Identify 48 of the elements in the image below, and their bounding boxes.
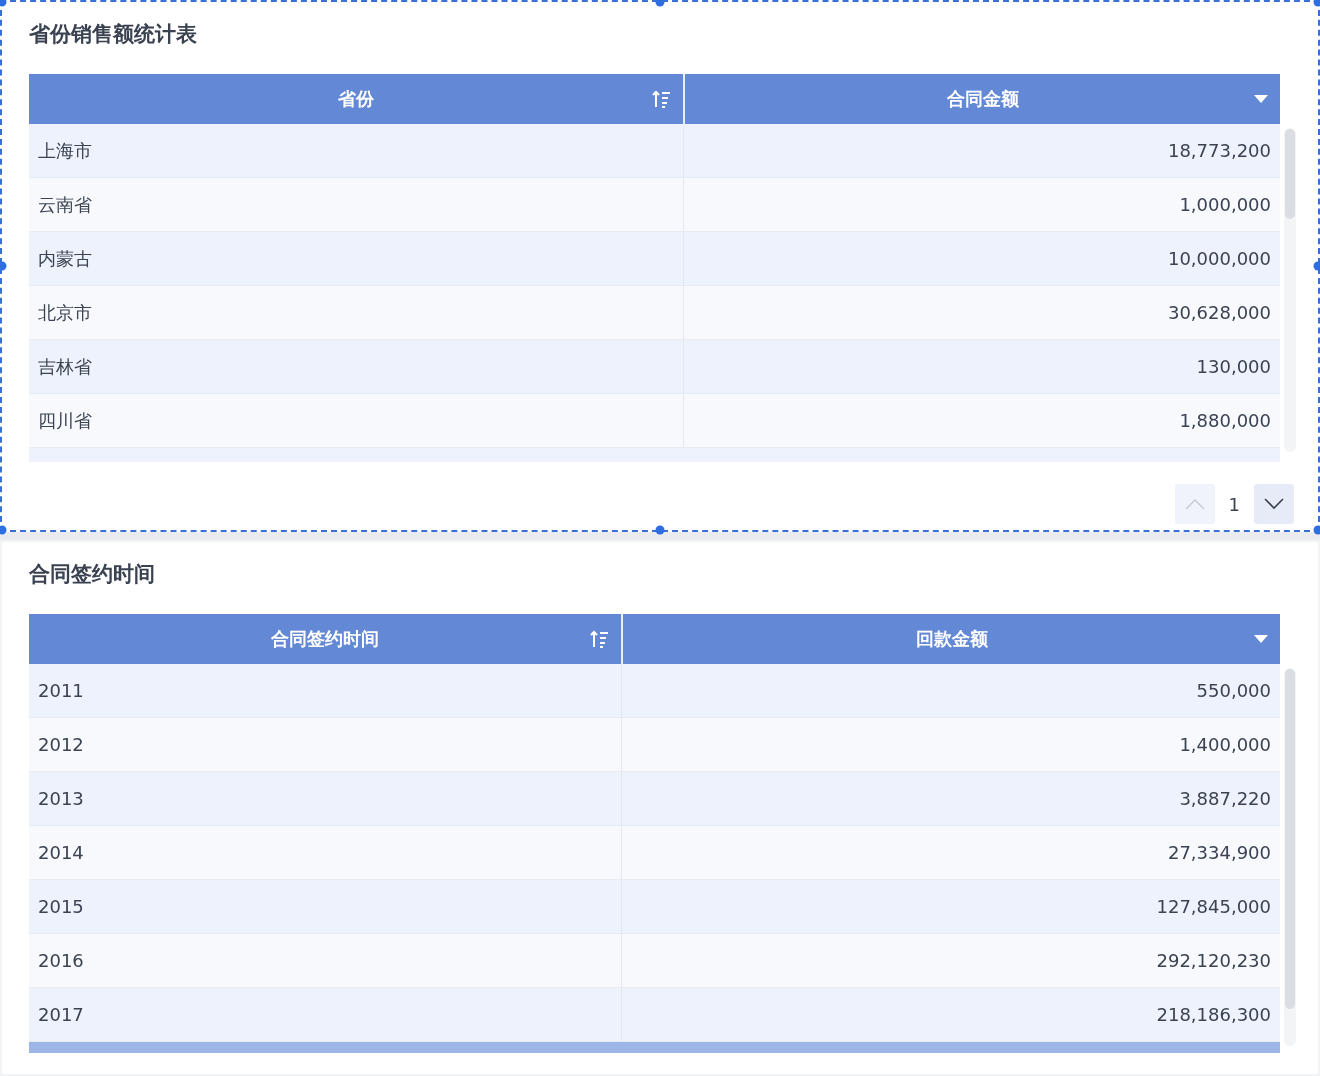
table-cell: 2013 bbox=[29, 772, 621, 826]
table-cell: 2011 bbox=[29, 664, 621, 718]
sort-icon[interactable] bbox=[651, 89, 671, 109]
table-cell: 2016 bbox=[29, 934, 621, 988]
table-cell: 2014 bbox=[29, 826, 621, 880]
table-cell: 127,845,000 bbox=[621, 880, 1280, 934]
table-cell: 27,334,900 bbox=[621, 826, 1280, 880]
dropdown-caret-icon[interactable] bbox=[1254, 94, 1268, 104]
column-header[interactable]: 合同金额 bbox=[683, 74, 1280, 124]
table-cell: 2012 bbox=[29, 718, 621, 772]
table-cell: 130,000 bbox=[683, 340, 1280, 394]
sort-icon[interactable] bbox=[589, 629, 609, 649]
resize-handle[interactable] bbox=[0, 525, 7, 535]
resize-handle[interactable] bbox=[655, 0, 665, 7]
table-cell: 218,186,300 bbox=[621, 988, 1280, 1042]
table-cell: 292,120,230 bbox=[621, 934, 1280, 988]
page-number: 1 bbox=[1228, 493, 1240, 515]
table-cell: 1,400,000 bbox=[621, 718, 1280, 772]
table-cell: 吉林省 bbox=[29, 340, 683, 394]
scrollbar[interactable] bbox=[1284, 668, 1296, 1046]
table-cell: 550,000 bbox=[621, 664, 1280, 718]
table-cell: 18,773,200 bbox=[683, 124, 1280, 178]
column-header[interactable]: 合同签约时间 bbox=[29, 614, 621, 664]
resize-handle[interactable] bbox=[655, 525, 665, 535]
table-cell: 上海市 bbox=[29, 124, 683, 178]
widget-title: 省份销售额统计表 bbox=[29, 21, 198, 48]
resize-handle[interactable] bbox=[1313, 261, 1320, 271]
table-cell: 1,880,000 bbox=[683, 394, 1280, 448]
table-cell: 2017 bbox=[29, 988, 621, 1042]
table-cell: 1,000,000 bbox=[683, 178, 1280, 232]
table-cell: 北京市 bbox=[29, 286, 683, 340]
table-cell: 10,000,000 bbox=[683, 232, 1280, 286]
dropdown-caret-icon[interactable] bbox=[1254, 634, 1268, 644]
table-cell: 四川省 bbox=[29, 394, 683, 448]
scrollbar[interactable] bbox=[1284, 128, 1296, 452]
table-cell: 云南省 bbox=[29, 178, 683, 232]
next-page-button[interactable] bbox=[1254, 484, 1294, 524]
table-cell: 30,628,000 bbox=[683, 286, 1280, 340]
table-cell: 内蒙古 bbox=[29, 232, 683, 286]
widget-title: 合同签约时间 bbox=[29, 561, 156, 588]
resize-handle[interactable] bbox=[1313, 525, 1320, 535]
chevron-up-icon bbox=[1184, 498, 1205, 510]
table-cell: 3,887,220 bbox=[621, 772, 1280, 826]
column-header[interactable]: 省份 bbox=[29, 74, 683, 124]
column-header[interactable]: 回款金额 bbox=[621, 614, 1280, 664]
chevron-down-icon bbox=[1264, 498, 1284, 510]
resize-handle[interactable] bbox=[0, 261, 7, 271]
table-cell: 2015 bbox=[29, 880, 621, 934]
